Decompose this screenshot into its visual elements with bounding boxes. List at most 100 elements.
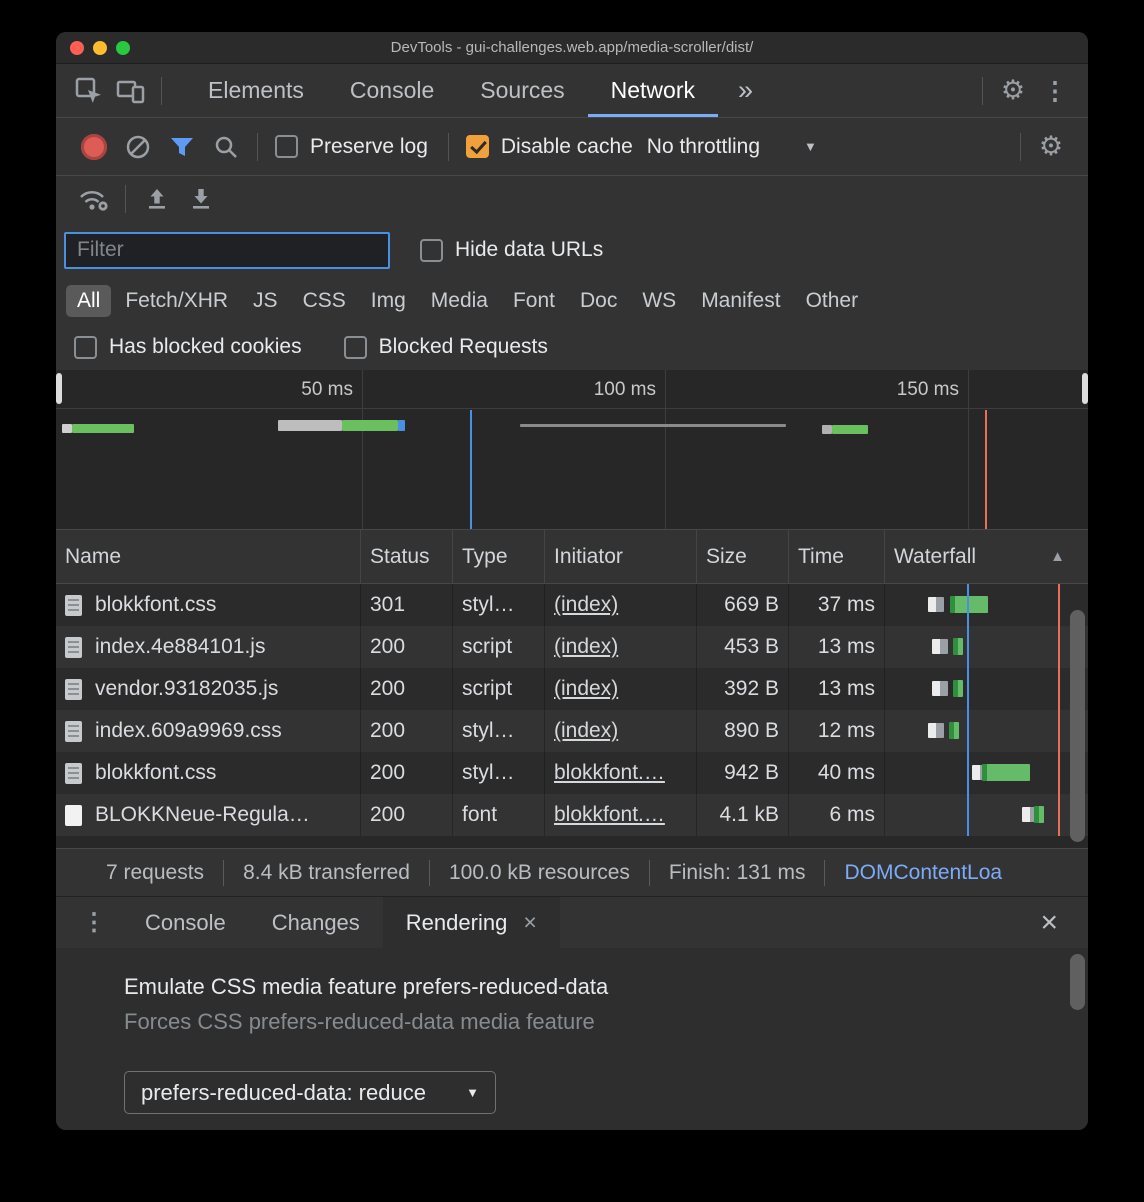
filter-pill-img[interactable]: Img <box>360 285 417 317</box>
initiator-link[interactable]: (index) <box>554 635 618 659</box>
filter-input[interactable] <box>64 232 390 269</box>
drawer-tab-changes[interactable]: Changes <box>249 897 383 948</box>
sort-arrow-icon[interactable]: ▲ <box>1050 548 1065 565</box>
tab-elements[interactable]: Elements <box>185 64 327 117</box>
time-cell: 40 ms <box>789 752 885 794</box>
settings-gear-icon[interactable]: ⚙ <box>992 70 1034 112</box>
column-header-time[interactable]: Time <box>789 530 885 583</box>
request-name: index.4e884101.js <box>95 635 265 659</box>
main-menu-kebab-icon[interactable]: ⋮ <box>1034 70 1076 112</box>
drawer-tab-console[interactable]: Console <box>122 897 249 948</box>
filter-pill-all[interactable]: All <box>66 285 111 317</box>
table-row[interactable]: BLOKKNeue-Regula…200fontblokkfont.…4.1 k… <box>56 794 1088 836</box>
request-name-cell: index.4e884101.js <box>56 626 361 668</box>
throttling-dropdown[interactable]: No throttling ▼ <box>647 135 817 159</box>
tab-console[interactable]: Console <box>327 64 457 117</box>
export-har-icon[interactable] <box>179 177 223 221</box>
size-cell: 4.1 kB <box>697 794 789 836</box>
timeline-activity-bar <box>278 420 342 431</box>
type-cell: styl… <box>453 584 545 626</box>
tab-network[interactable]: Network <box>588 64 718 117</box>
filter-pill-js[interactable]: JS <box>242 285 289 317</box>
filter-pill-fetch-xhr[interactable]: Fetch/XHR <box>114 285 239 317</box>
blocked-requests-checkbox[interactable] <box>344 336 367 359</box>
waterfall-bar <box>982 764 1030 781</box>
summary-bar: 7 requests 8.4 kB transferred 100.0 kB r… <box>56 848 1088 896</box>
filter-pill-font[interactable]: Font <box>502 285 566 317</box>
table-row[interactable]: blokkfont.css200styl…blokkfont.…942 B40 … <box>56 752 1088 794</box>
status-cell: 200 <box>361 626 453 668</box>
more-tabs-button[interactable]: » <box>718 75 773 106</box>
request-name: blokkfont.css <box>95 761 216 785</box>
network-overview-timeline[interactable]: 50 ms100 ms150 ms <box>56 370 1088 530</box>
filter-pill-manifest[interactable]: Manifest <box>690 285 791 317</box>
disable-cache-label: Disable cache <box>501 135 633 159</box>
waterfall-cell <box>885 584 1088 626</box>
timeline-activity-bar <box>822 425 832 434</box>
initiator-link[interactable]: blokkfont.… <box>554 761 665 785</box>
table-row[interactable]: blokkfont.css301styl…(index)669 B37 ms <box>56 584 1088 626</box>
prefers-reduced-data-value: prefers-reduced-data: reduce <box>141 1080 426 1106</box>
filter-pill-ws[interactable]: WS <box>631 285 687 317</box>
summary-transferred: 8.4 kB transferred <box>224 861 429 885</box>
network-conditions-icon[interactable] <box>72 177 116 221</box>
initiator-link[interactable]: (index) <box>554 719 618 743</box>
import-har-icon[interactable] <box>135 177 179 221</box>
title-bar: DevTools - gui-challenges.web.app/media-… <box>56 32 1088 64</box>
timeline-divider <box>56 408 1088 409</box>
column-header-waterfall[interactable]: Waterfall ▲ <box>885 530 1088 583</box>
initiator-link[interactable]: (index) <box>554 593 618 617</box>
drawer-scrollbar-thumb[interactable] <box>1070 954 1085 1010</box>
table-row[interactable]: index.609a9969.css200styl…(index)890 B12… <box>56 710 1088 752</box>
network-settings-gear-icon[interactable]: ⚙ <box>1030 126 1072 168</box>
search-icon[interactable] <box>204 125 248 169</box>
initiator-cell: (index) <box>545 710 697 752</box>
column-header-initiator[interactable]: Initiator <box>545 530 697 583</box>
clear-network-log-icon[interactable] <box>116 125 160 169</box>
filter-pill-media[interactable]: Media <box>420 285 499 317</box>
tab-close-icon[interactable]: × <box>523 909 536 936</box>
filter-pill-other[interactable]: Other <box>795 285 870 317</box>
disable-cache-checkbox[interactable] <box>466 135 489 158</box>
inspect-element-icon[interactable] <box>68 70 110 112</box>
waterfall-cell <box>885 668 1088 710</box>
divider <box>1020 133 1021 161</box>
drawer-menu-kebab-icon[interactable]: ⋮ <box>66 908 122 937</box>
chevron-down-icon: ▼ <box>804 139 817 154</box>
type-cell: styl… <box>453 752 545 794</box>
table-row[interactable]: index.4e884101.js200script(index)453 B13… <box>56 626 1088 668</box>
filter-funnel-icon[interactable] <box>160 125 204 169</box>
drawer-tab-rendering[interactable]: Rendering× <box>383 897 560 948</box>
preserve-log-checkbox[interactable] <box>275 135 298 158</box>
overview-right-grip[interactable] <box>1082 373 1088 404</box>
column-header-status[interactable]: Status <box>361 530 453 583</box>
device-toolbar-icon[interactable] <box>110 70 152 112</box>
waterfall-cell <box>885 626 1088 668</box>
column-header-size[interactable]: Size <box>697 530 789 583</box>
drawer-close-icon[interactable]: × <box>1020 906 1078 940</box>
table-row[interactable]: vendor.93182035.js200script(index)392 B1… <box>56 668 1088 710</box>
initiator-link[interactable]: (index) <box>554 677 618 701</box>
record-icon <box>81 134 107 160</box>
waterfall-cell <box>885 794 1088 836</box>
timeline-activity-bar <box>520 424 786 427</box>
has-blocked-cookies-checkbox[interactable] <box>74 336 97 359</box>
initiator-link[interactable]: blokkfont.… <box>554 803 665 827</box>
rendering-panel: Emulate CSS media feature prefers-reduce… <box>56 948 1088 1130</box>
waterfall-wait-chip <box>932 681 948 696</box>
waterfall-bar <box>950 596 988 613</box>
column-header-name[interactable]: Name <box>56 530 361 583</box>
overview-left-grip[interactable] <box>56 373 62 404</box>
throttling-value: No throttling <box>647 135 760 159</box>
column-header-type[interactable]: Type <box>453 530 545 583</box>
close-window-button[interactable] <box>70 41 84 55</box>
tab-sources[interactable]: Sources <box>457 64 587 117</box>
filter-row: Hide data URLs <box>56 222 1088 278</box>
record-network-log-button[interactable] <box>72 125 116 169</box>
minimize-window-button[interactable] <box>93 41 107 55</box>
prefers-reduced-data-select[interactable]: prefers-reduced-data: reduce ▼ <box>124 1071 496 1114</box>
zoom-window-button[interactable] <box>116 41 130 55</box>
hide-data-urls-checkbox[interactable] <box>420 239 443 262</box>
filter-pill-css[interactable]: CSS <box>292 285 357 317</box>
filter-pill-doc[interactable]: Doc <box>569 285 628 317</box>
